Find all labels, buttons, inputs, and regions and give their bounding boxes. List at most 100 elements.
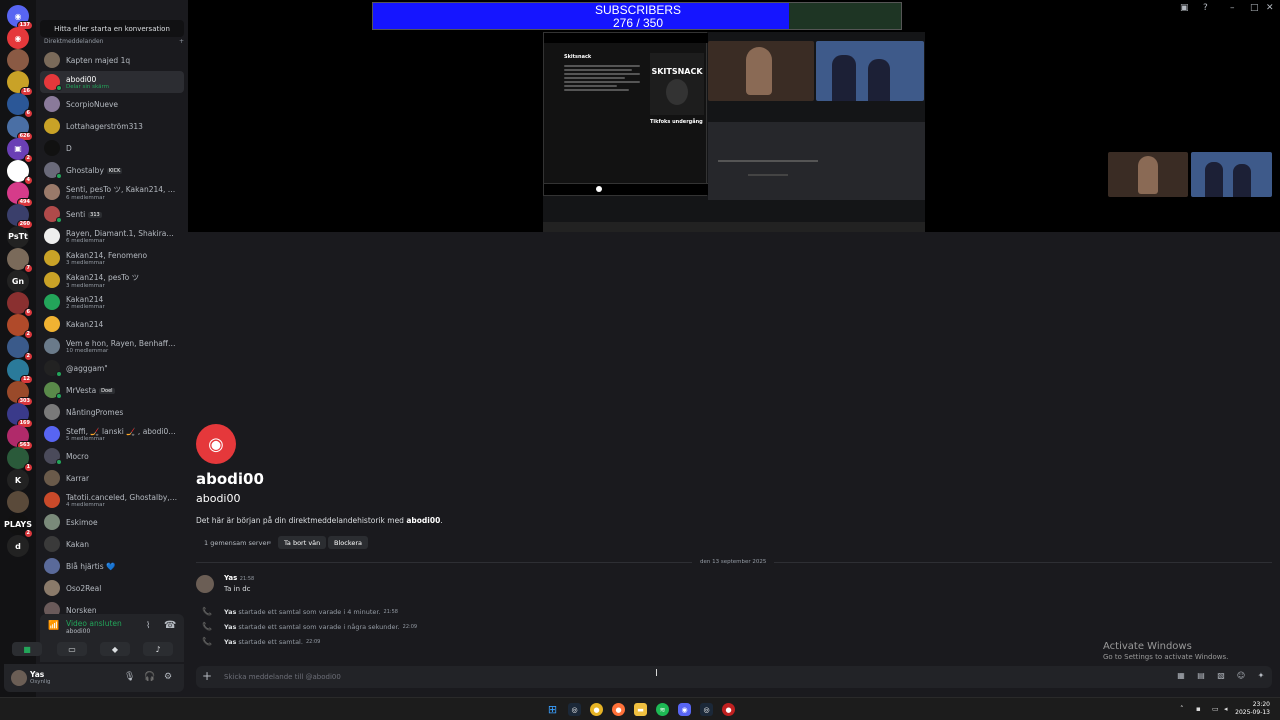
participant-tile[interactable] xyxy=(1108,152,1188,197)
dm-list-item[interactable]: NåntingPromes xyxy=(40,401,184,423)
server-list-item[interactable] xyxy=(0,49,36,72)
add-dm-icon[interactable]: + xyxy=(179,38,184,48)
dm-list-item[interactable]: Eskimoe xyxy=(40,511,184,533)
screen-share-button[interactable]: ▭ xyxy=(57,642,87,656)
mutual-servers[interactable]: 1 gemensam server xyxy=(198,536,275,549)
steam-icon[interactable]: ◎ xyxy=(568,703,581,716)
dm-list-item[interactable]: Kakan214, Fenomeno 3 medlemmar xyxy=(40,247,184,269)
server-icon[interactable] xyxy=(7,49,29,72)
dm-list-item[interactable]: Steffi, 🏒 lanski 🏒 , abodi00, ... 5 medle… xyxy=(40,423,184,445)
headset-icon[interactable]: 🎧 xyxy=(144,672,155,682)
server-list-item[interactable]: 4 xyxy=(0,159,36,185)
help-icon[interactable]: ? xyxy=(1203,3,1208,13)
dm-list-item[interactable]: Senti, pesTo ツ, Kakan214, Sha... 6 medlem… xyxy=(40,181,184,203)
server-list-item[interactable]: 16 xyxy=(0,71,36,97)
server-icon[interactable] xyxy=(7,491,29,514)
server-icon[interactable]: ▣ 2 xyxy=(7,137,33,163)
activity-button[interactable]: ◆ xyxy=(100,642,130,656)
dm-list-item[interactable]: Mocro xyxy=(40,445,184,467)
microphone-icon[interactable]: 🎙 xyxy=(124,672,135,682)
server-list-item[interactable]: K xyxy=(0,469,36,492)
server-icon[interactable]: 7 xyxy=(7,248,33,274)
server-icon[interactable]: 6 xyxy=(7,292,33,318)
remove-friend-button[interactable]: Ta bort vän xyxy=(278,536,327,549)
inbox-icon[interactable]: ▣ xyxy=(1180,3,1189,13)
dm-list-item[interactable]: Ghostalby KICK xyxy=(40,159,184,181)
network-icon[interactable]: ▭ xyxy=(1212,705,1219,713)
server-list-item[interactable]: 1 xyxy=(0,446,36,472)
dm-list-item[interactable]: Blå hjärtis 💙 xyxy=(40,555,184,577)
server-list-item[interactable]: 2 xyxy=(0,336,36,362)
dm-list-item[interactable]: Tatotii.canceled, Ghostalby, a... 4 medle… xyxy=(40,489,184,511)
server-list-item[interactable]: 626 xyxy=(0,115,36,141)
voice-channel[interactable]: abodi00 xyxy=(66,628,90,635)
dm-list-item[interactable]: MrVesta Doel xyxy=(40,379,184,401)
chevron-up-icon[interactable]: ˄ xyxy=(1180,705,1184,713)
dm-list-item[interactable]: Senti 313 xyxy=(40,203,184,225)
server-icon[interactable]: 2 xyxy=(7,314,33,340)
server-icon[interactable]: 563 xyxy=(7,424,33,450)
camera-button[interactable]: ■ xyxy=(12,642,42,656)
minimize-icon[interactable]: – xyxy=(1230,3,1235,13)
spotify-icon[interactable]: ≋ xyxy=(656,703,669,716)
firefox-icon[interactable]: ● xyxy=(612,703,625,716)
windows-start-icon[interactable]: ⊞ xyxy=(546,703,559,716)
server-icon[interactable]: ◉ 137 xyxy=(7,5,33,31)
dm-list-item[interactable]: D xyxy=(40,137,184,159)
server-list-item[interactable]: 303 xyxy=(0,380,36,406)
server-icon[interactable]: 169 xyxy=(7,402,33,428)
server-icon[interactable]: 2 xyxy=(7,336,33,362)
apps-icon[interactable]: ✦ xyxy=(1256,671,1266,681)
server-icon[interactable]: d xyxy=(7,535,29,558)
server-list-item[interactable]: 563 xyxy=(0,424,36,450)
server-list-item[interactable]: PsTt xyxy=(0,225,36,248)
block-button[interactable]: Blockera xyxy=(328,536,369,549)
gear-icon[interactable]: ⚙ xyxy=(164,672,172,682)
system-message-user[interactable]: Yas xyxy=(224,638,236,646)
shared-screen[interactable]: Skitsnack SKITSNACK Tikfoks undergång xyxy=(543,32,925,232)
noise-suppression-icon[interactable]: ⌇ xyxy=(146,621,150,631)
server-list-item[interactable]: 7 xyxy=(0,248,36,274)
dm-list-item[interactable]: Karrar xyxy=(40,467,184,489)
server-icon[interactable]: PsTt xyxy=(7,225,29,248)
server-list-item[interactable] xyxy=(0,491,36,514)
server-icon[interactable]: Gn xyxy=(7,270,29,293)
maximize-icon[interactable]: □ xyxy=(1250,3,1259,13)
chrome-icon[interactable]: ● xyxy=(590,703,603,716)
server-icon[interactable]: 4 xyxy=(7,159,33,185)
server-list-item[interactable]: 6 xyxy=(0,93,36,119)
server-list-item[interactable]: 12 xyxy=(0,358,36,384)
close-icon[interactable]: ✕ xyxy=(1266,3,1274,13)
server-list-item[interactable]: ◉ xyxy=(0,27,36,50)
server-icon[interactable]: ◉ xyxy=(7,27,29,50)
message-author[interactable]: Yas 21:58 xyxy=(224,574,254,582)
dm-list-item[interactable]: Lottahagerström313 xyxy=(40,115,184,137)
dm-list-item[interactable]: Kakan xyxy=(40,533,184,555)
server-list-item[interactable]: 2 xyxy=(0,314,36,340)
disconnect-icon[interactable]: ☎ xyxy=(164,620,176,631)
dm-list-item[interactable]: Oso2Real xyxy=(40,577,184,599)
server-icon[interactable]: 260 xyxy=(7,203,33,229)
message-input[interactable]: Skicka meddelande till @abodi00 xyxy=(224,673,341,681)
server-list-item[interactable]: 169 xyxy=(0,402,36,428)
dm-list-item[interactable]: Vem e hon, Rayen, Benhaffa89... 10 medlem… xyxy=(40,335,184,357)
server-icon[interactable]: 16 xyxy=(7,71,33,97)
participant-tile[interactable] xyxy=(1191,152,1272,197)
dm-list-item[interactable]: abodi00 Delar sin skärm xyxy=(40,71,184,93)
system-message-user[interactable]: Yas xyxy=(224,608,236,616)
server-icon[interactable]: 12 xyxy=(7,358,33,384)
dm-list-item[interactable]: Kakan214 xyxy=(40,313,184,335)
sticker-icon[interactable]: ▧ xyxy=(1216,671,1226,681)
server-list-item[interactable]: PLAYS 2 xyxy=(0,513,36,539)
file-explorer-icon[interactable]: ▬ xyxy=(634,703,647,716)
server-icon[interactable]: 6 xyxy=(7,93,33,119)
dm-list-item[interactable]: Norsken xyxy=(40,599,184,614)
discord-icon[interactable]: ◉ xyxy=(678,703,691,716)
gift-icon[interactable]: ▦ xyxy=(1176,671,1186,681)
system-message-user[interactable]: Yas xyxy=(224,623,236,631)
avatar[interactable] xyxy=(11,670,27,686)
dm-list-item[interactable]: Kakan214, pesTo ツ3 medlemmar xyxy=(40,269,184,291)
server-list-item[interactable]: 260 xyxy=(0,203,36,229)
dm-search-button[interactable]: Hitta eller starta en konversation xyxy=(40,20,184,37)
clock[interactable]: 23:20 2025-09-13 xyxy=(1235,701,1270,717)
